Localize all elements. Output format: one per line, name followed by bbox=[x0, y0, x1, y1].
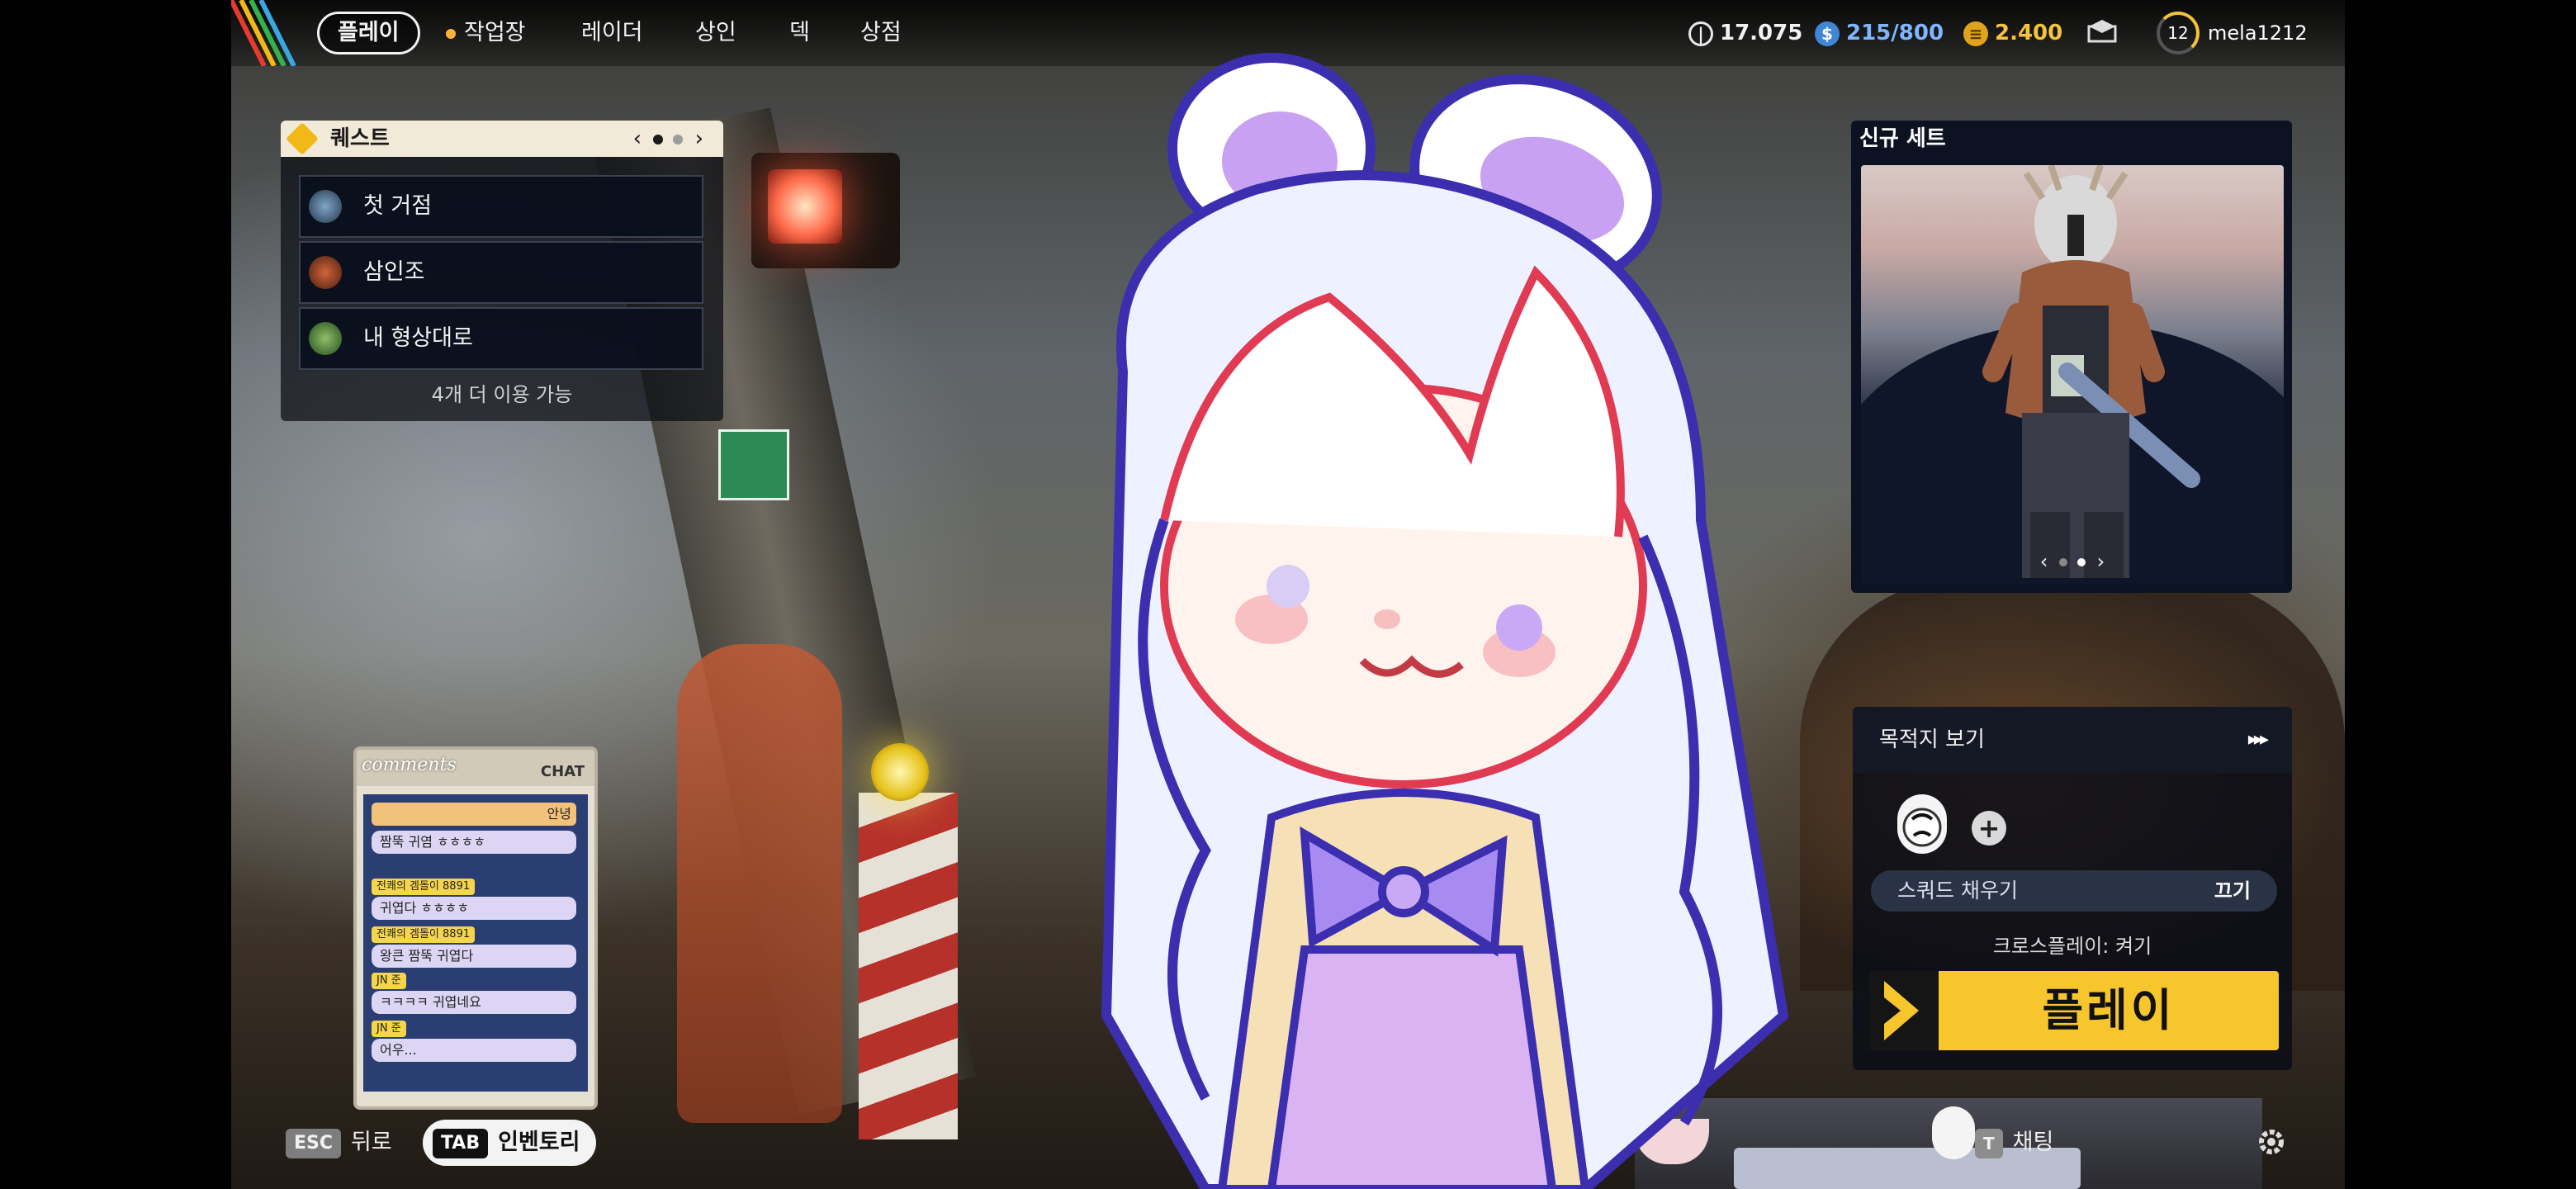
quest-item[interactable]: 삼인조 bbox=[299, 241, 703, 304]
chat-message-list[interactable]: 안녕 짬뚝 귀염 ㅎㅎㅎㅎ 전쾌의 겜돌이 8891 귀엽다 ㅎㅎㅎㅎ 전쾌의 … bbox=[363, 794, 588, 1092]
nav-tab-deck[interactable]: 덱 bbox=[789, 12, 810, 54]
new-set-image[interactable]: ‹ › bbox=[1861, 165, 2284, 585]
squad-fill-label: 스쿼드 채우기 bbox=[1897, 879, 2018, 902]
quest-page-dot bbox=[673, 134, 684, 144]
quest-next-chevron-icon[interactable]: › bbox=[695, 126, 703, 151]
background-worker-figure bbox=[677, 644, 842, 1123]
chat-message-text: 왕큰 짬뚝 귀엽다 bbox=[372, 945, 576, 968]
quest-avatar-icon bbox=[309, 322, 342, 355]
play-button-label: 플레이 bbox=[2042, 984, 2176, 1036]
quest-header: 퀘스트 ‹ › bbox=[281, 121, 723, 157]
triple-chevron-right-icon: ▸▸▸ bbox=[2247, 729, 2269, 750]
chat-message-text: 귀엽다 ㅎㅎㅎㅎ bbox=[372, 897, 576, 920]
nav-tab-workshop-label: 작업장 bbox=[464, 20, 526, 45]
view-destination-button[interactable]: 목적지 보기 ▸▸▸ bbox=[1853, 707, 2292, 773]
new-set-title: 신규 세트 bbox=[1859, 126, 1946, 151]
armored-character-image bbox=[1982, 165, 2200, 578]
chat-message: JN 준 ㅋㅋㅋㅋ 귀엽네요 bbox=[372, 971, 576, 1014]
chat-message-author: JN 준 bbox=[372, 1021, 406, 1037]
chat-message-text: 짬뚝 귀염 ㅎㅎㅎㅎ bbox=[372, 831, 576, 854]
tab-keycap: TAB bbox=[433, 1128, 489, 1158]
chat-widget-title: comments bbox=[362, 755, 457, 775]
chat-message-text: 어우... bbox=[372, 1039, 576, 1062]
chat-message: JN 준 어우... bbox=[372, 1019, 576, 1062]
quest-item-label: 첫 거점 bbox=[363, 193, 433, 219]
game-logo-icon[interactable] bbox=[231, 0, 305, 66]
chat-input-field[interactable]: 안녕 bbox=[372, 803, 576, 826]
chat-message: 전쾌의 겜돌이 8891 귀엽다 ㅎㅎㅎㅎ bbox=[372, 877, 576, 920]
quest-item-label: 내 형상대로 bbox=[363, 325, 473, 351]
quest-panel: 퀘스트 ‹ › 첫 거점 삼인조 내 형상대로 4개 더 이용 가능 bbox=[281, 121, 723, 421]
quest-more-available[interactable]: 4개 더 이용 가능 bbox=[281, 378, 723, 407]
new-set-panel[interactable]: 신규 세트 ‹ › bbox=[1851, 121, 2292, 593]
squad-fill-toggle[interactable]: 스쿼드 채우기 끄기 bbox=[1871, 870, 2277, 912]
chat-widget-tab[interactable]: CHAT bbox=[541, 763, 585, 780]
chat-hint-label: 채팅 bbox=[2012, 1130, 2054, 1155]
play-panel: 목적지 보기 ▸▸▸ + 스쿼드 채우기 끄기 크로스플레이: 켜기 플레이 bbox=[1853, 707, 2292, 1070]
background-yellow-lamp bbox=[871, 743, 929, 801]
play-chevron-icon bbox=[1869, 971, 1939, 1050]
chat-message-author: JN 준 bbox=[372, 973, 406, 989]
background-exit-sign bbox=[718, 429, 789, 500]
nav-tab-raider[interactable]: 레이더 bbox=[581, 12, 643, 54]
view-destination-label: 목적지 보기 bbox=[1879, 727, 1985, 752]
quest-item[interactable]: 내 형상대로 bbox=[299, 307, 703, 370]
quest-title: 퀘스트 bbox=[330, 126, 390, 151]
nav-tab-trader[interactable]: 상인 bbox=[695, 12, 736, 54]
chat-message-author: 전쾌의 겜돌이 8891 bbox=[372, 926, 476, 943]
background-red-light bbox=[768, 169, 842, 244]
quest-avatar-icon bbox=[309, 190, 342, 223]
chat-avatar-icon[interactable] bbox=[1932, 1106, 1975, 1159]
gold-balance[interactable]: ≡ 2.400 bbox=[1963, 15, 2062, 51]
quest-prev-chevron-icon[interactable]: ‹ bbox=[633, 126, 642, 151]
crossplay-status[interactable]: 크로스플레이: 켜기 bbox=[1853, 930, 2292, 963]
squad-member-avatar[interactable] bbox=[1897, 794, 1947, 854]
new-set-next-chevron-icon[interactable]: › bbox=[2097, 550, 2105, 573]
nav-tab-shop[interactable]: 상점 bbox=[860, 12, 902, 54]
chat-hint[interactable]: T 채팅 bbox=[1975, 1120, 2053, 1166]
back-hint-label: 뒤로 bbox=[351, 1130, 392, 1155]
new-set-page-dot-active bbox=[2077, 558, 2086, 566]
back-hint[interactable]: ESC 뒤로 bbox=[286, 1120, 392, 1166]
inventory-hint-label: 인벤토리 bbox=[498, 1130, 580, 1155]
new-set-pager[interactable]: ‹ › bbox=[1861, 550, 2284, 573]
mail-icon[interactable] bbox=[2087, 20, 2117, 43]
gold-icon: ≡ bbox=[1963, 21, 1988, 46]
squad-fill-state: 끄기 bbox=[2214, 879, 2251, 902]
quest-pager[interactable]: ‹ › bbox=[633, 121, 703, 157]
notification-dot-icon bbox=[446, 28, 456, 39]
comments-chat-widget: comments CHAT 안녕 짬뚝 귀염 ㅎㅎㅎㅎ 전쾌의 겜돌이 8891… bbox=[353, 746, 598, 1110]
nav-tab-play[interactable]: 플레이 bbox=[317, 12, 420, 54]
add-squad-member-button[interactable]: + bbox=[1972, 811, 2006, 846]
t-keycap: T bbox=[1975, 1128, 2003, 1158]
background-barrier bbox=[859, 793, 958, 1139]
quest-item-label: 삼인조 bbox=[363, 259, 425, 285]
mascot-avatar-icon bbox=[1902, 808, 1942, 847]
game-lobby-screen: 플레이 작업장 레이더 상인 덱 상점 | 17.075 $215/800 ≡ 2.… bbox=[231, 0, 2345, 1189]
bunny-girl-mascot-overlay bbox=[1101, 53, 1789, 1189]
quest-item[interactable]: 첫 거점 bbox=[299, 175, 703, 238]
quest-page-dot-active bbox=[653, 134, 664, 144]
chat-message: 전쾌의 겜돌이 8891 왕큰 짬뚝 귀엽다 bbox=[372, 925, 576, 968]
gold-value: 2.400 bbox=[1995, 21, 2063, 45]
chat-message: 짬뚝 귀염 ㅎㅎㅎㅎ bbox=[372, 829, 576, 854]
username-label[interactable]: mela1212 bbox=[2208, 17, 2308, 50]
chat-widget-header: comments CHAT bbox=[357, 750, 594, 786]
new-set-page-dot bbox=[2059, 558, 2067, 566]
player-level-badge[interactable]: 12 bbox=[2157, 12, 2200, 54]
quest-icon bbox=[286, 122, 319, 155]
play-button[interactable]: 플레이 bbox=[1869, 971, 2279, 1050]
esc-keycap: ESC bbox=[286, 1128, 342, 1158]
new-set-prev-chevron-icon[interactable]: ‹ bbox=[2040, 550, 2048, 573]
gear-icon[interactable] bbox=[2254, 1125, 2289, 1159]
chat-message-text: ㅋㅋㅋㅋ 귀엽네요 bbox=[372, 991, 576, 1014]
inventory-hint[interactable]: TAB 인벤토리 bbox=[423, 1120, 597, 1166]
nav-tab-workshop[interactable]: 작업장 bbox=[446, 12, 526, 54]
quest-avatar-icon bbox=[309, 256, 342, 289]
chat-message-author: 전쾌의 겜돌이 8891 bbox=[372, 879, 476, 895]
